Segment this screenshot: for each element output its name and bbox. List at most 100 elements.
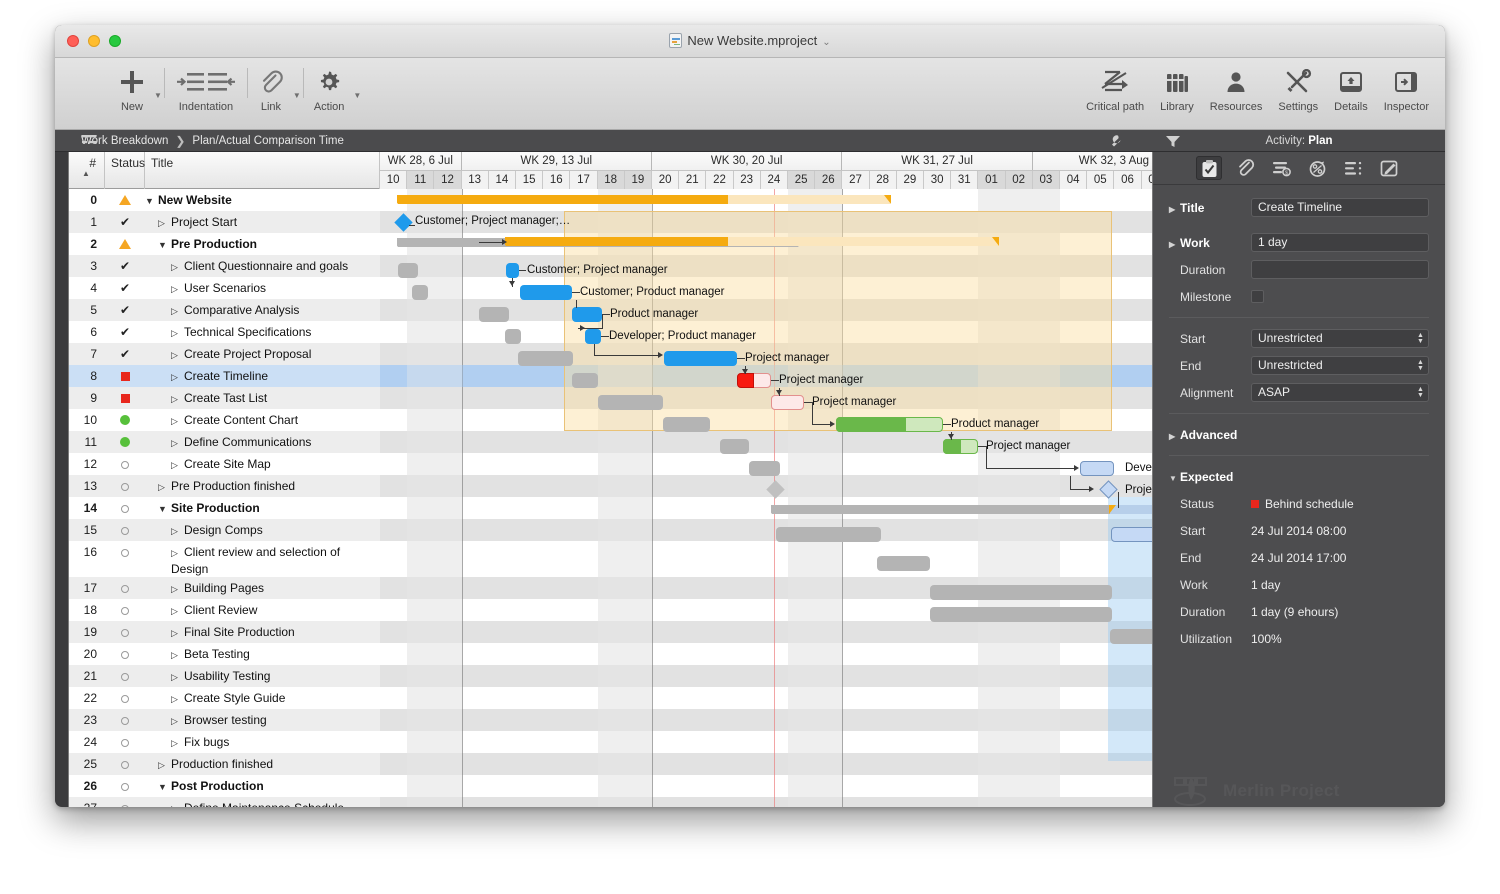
disclosure-triangle-icon[interactable]: ▷ xyxy=(158,476,171,498)
row-status[interactable] xyxy=(105,797,145,807)
start-select[interactable]: Unrestricted ▲▼ xyxy=(1251,329,1429,348)
gantt-actual-bar-row11[interactable] xyxy=(943,439,961,454)
disclosure-triangle-icon[interactable]: ▷ xyxy=(171,688,184,710)
action-menu-chevron-icon[interactable]: ▼ xyxy=(353,91,361,100)
tab-costs[interactable]: $ xyxy=(1268,156,1294,180)
disclosure-triangle-icon[interactable]: ▼ xyxy=(158,234,171,256)
gantt-expected-bar-row12[interactable] xyxy=(1080,461,1114,476)
chevron-down-icon[interactable]: ⌄ xyxy=(822,37,830,48)
disclosure-triangle-icon[interactable]: ▷ xyxy=(171,388,184,410)
row-status[interactable] xyxy=(105,365,145,387)
row-status[interactable] xyxy=(105,387,145,409)
gantt-expected-bar-row15[interactable] xyxy=(1111,527,1152,542)
row-status[interactable] xyxy=(105,189,145,211)
view-layout-icon[interactable] xyxy=(81,134,99,148)
critical-path-button[interactable]: Critical path xyxy=(1078,64,1152,113)
row-status[interactable] xyxy=(105,475,145,497)
row-status[interactable] xyxy=(105,687,145,709)
end-select[interactable]: Unrestricted ▲▼ xyxy=(1251,356,1429,375)
row-status[interactable]: ✔ xyxy=(105,211,145,233)
row-title[interactable]: ▷User Scenarios xyxy=(145,277,380,300)
details-button[interactable]: Details xyxy=(1326,64,1376,113)
title-input[interactable]: Create Timeline xyxy=(1251,198,1429,217)
new-button[interactable]: New xyxy=(111,64,153,113)
row-status[interactable]: ✔ xyxy=(105,255,145,277)
indentation-button[interactable]: Indentation xyxy=(167,64,245,113)
disclosure-triangle-icon[interactable]: ▼ xyxy=(158,776,171,798)
row-title[interactable]: ▷Create Style Guide xyxy=(145,687,380,710)
disclosure-triangle-icon-advanced[interactable]: ▶ xyxy=(1169,432,1180,441)
row-status[interactable] xyxy=(105,519,145,541)
library-button[interactable]: Library xyxy=(1152,64,1202,113)
row-status[interactable] xyxy=(105,233,145,255)
disclosure-triangle-icon[interactable]: ▷ xyxy=(171,545,184,561)
tab-activity-clipboard[interactable] xyxy=(1196,156,1222,180)
inspector-title-label[interactable]: ▶Title xyxy=(1169,201,1251,215)
disclosure-triangle-icon[interactable]: ▷ xyxy=(171,622,184,644)
row-title[interactable]: ▷Beta Testing xyxy=(145,643,380,666)
row-status[interactable] xyxy=(105,541,145,563)
inspector-expected-label[interactable]: ▼Expected xyxy=(1169,470,1233,484)
row-status[interactable] xyxy=(105,497,145,519)
row-title[interactable]: ▷Design Comps xyxy=(145,519,380,542)
gantt-actual-bar-row4[interactable] xyxy=(520,285,572,300)
gantt-actual-bar-row8[interactable] xyxy=(737,373,754,388)
row-title[interactable]: ▷Client review and selection of Design xyxy=(145,541,380,577)
gantt-chart[interactable]: Customer; Project manager;… Customer; Pr… xyxy=(380,189,1152,807)
row-title[interactable]: ▷Create Tast List xyxy=(145,387,380,410)
disclosure-triangle-icon[interactable]: ▷ xyxy=(171,300,184,322)
link-menu-chevron-icon[interactable]: ▼ xyxy=(293,91,301,100)
disclosure-triangle-icon[interactable]: ▷ xyxy=(171,798,184,807)
disclosure-triangle-icon[interactable]: ▷ xyxy=(171,278,184,300)
row-title[interactable]: ▼New Website xyxy=(145,189,380,212)
work-input[interactable]: 1 day xyxy=(1251,233,1429,252)
row-title[interactable]: ▷Usability Testing xyxy=(145,665,380,688)
disclosure-triangle-icon[interactable]: ▷ xyxy=(171,732,184,754)
link-button[interactable]: Link xyxy=(250,64,292,113)
disclosure-triangle-icon[interactable]: ▷ xyxy=(171,432,184,454)
gantt-summary-new-website[interactable] xyxy=(398,195,890,204)
row-status[interactable] xyxy=(105,621,145,643)
row-title[interactable]: ▷Fix bugs xyxy=(145,731,380,754)
gantt-expected-bar-row9[interactable] xyxy=(771,395,804,410)
row-status[interactable] xyxy=(105,453,145,475)
gantt-actual-bar-row3[interactable] xyxy=(506,263,519,278)
disclosure-triangle-icon[interactable]: ▷ xyxy=(171,600,184,622)
row-status[interactable] xyxy=(105,753,145,775)
row-status[interactable] xyxy=(105,775,145,797)
tab-list[interactable] xyxy=(1340,156,1366,180)
gantt-actual-bar-row7[interactable] xyxy=(664,351,737,366)
disclosure-triangle-icon[interactable]: ▷ xyxy=(171,666,184,688)
disclosure-triangle-icon[interactable]: ▷ xyxy=(171,256,184,278)
row-title[interactable]: ▷Create Site Map xyxy=(145,453,380,476)
row-title[interactable]: ▷Production finished xyxy=(145,753,380,776)
row-title[interactable]: ▼Pre Production xyxy=(145,233,380,256)
row-title[interactable]: ▼Post Production xyxy=(145,775,380,798)
inspector-advanced-row[interactable]: ▶Advanced xyxy=(1153,421,1445,448)
settings-button[interactable]: Settings xyxy=(1270,64,1326,113)
inspector-button[interactable]: Inspector xyxy=(1376,64,1437,113)
disclosure-triangle-icon[interactable]: ▷ xyxy=(171,366,184,388)
stepper-icon-start[interactable]: ▲ ▼ xyxy=(1416,333,1425,346)
new-menu-chevron-icon[interactable]: ▼ xyxy=(154,91,162,100)
row-status[interactable] xyxy=(105,599,145,621)
disclosure-triangle-icon[interactable]: ▶ xyxy=(1169,205,1180,214)
gantt-summary-pre-production[interactable] xyxy=(506,237,998,246)
disclosure-triangle-icon[interactable]: ▷ xyxy=(158,754,171,776)
stepper-icon-end[interactable]: ▲ ▼ xyxy=(1416,360,1425,373)
row-status[interactable] xyxy=(105,409,145,431)
disclosure-triangle-icon[interactable]: ▷ xyxy=(171,410,184,432)
row-status[interactable]: ✔ xyxy=(105,343,145,365)
inspector-expected-row[interactable]: ▼Expected xyxy=(1153,463,1445,490)
row-title[interactable]: ▷Create Project Proposal xyxy=(145,343,380,366)
tab-notes-pencil[interactable] xyxy=(1376,156,1402,180)
row-status[interactable] xyxy=(105,577,145,599)
column-header-status[interactable]: Status xyxy=(105,152,145,189)
row-status[interactable]: ✔ xyxy=(105,277,145,299)
disclosure-triangle-icon[interactable]: ▷ xyxy=(171,710,184,732)
disclosure-triangle-icon-expected[interactable]: ▼ xyxy=(1169,474,1180,483)
gantt-actual-bar-row5[interactable] xyxy=(572,307,602,322)
wrench-icon[interactable] xyxy=(1107,134,1123,148)
row-title[interactable]: ▷Comparative Analysis xyxy=(145,299,380,322)
gantt-actual-bar-row6[interactable] xyxy=(585,329,601,344)
